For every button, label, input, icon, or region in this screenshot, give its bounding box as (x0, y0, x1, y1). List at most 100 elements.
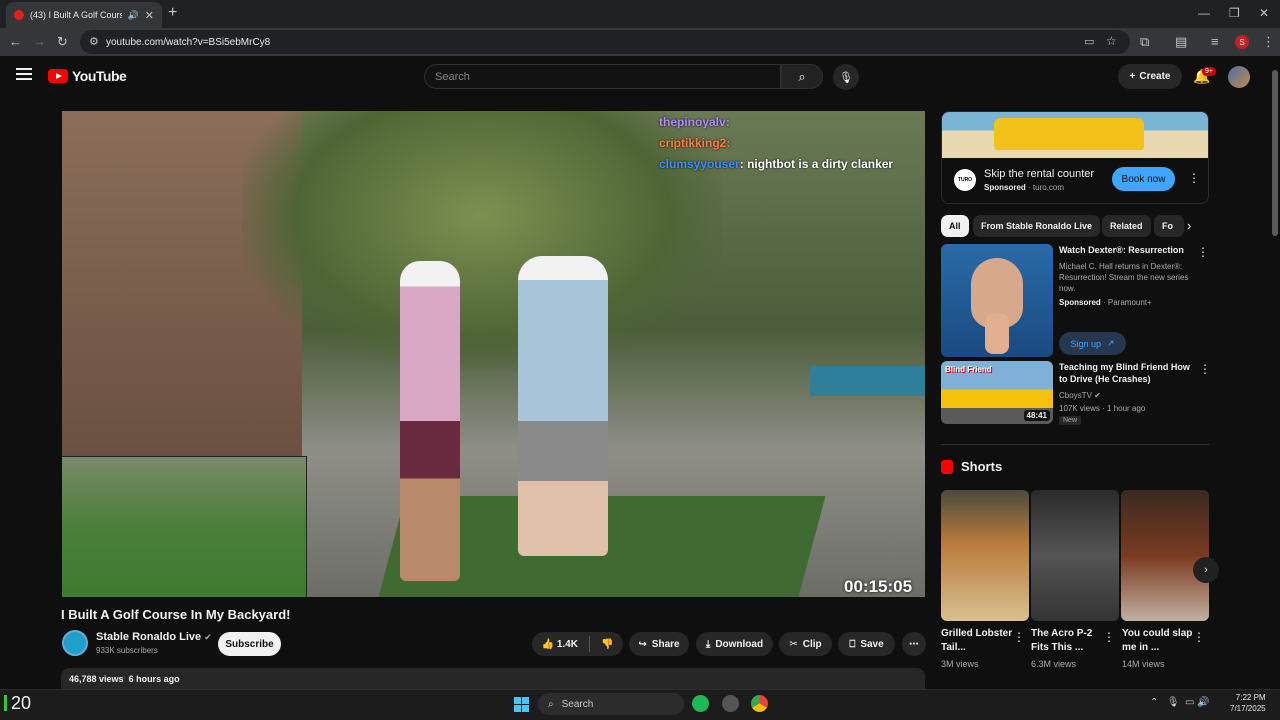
rec-title[interactable]: Watch Dexter®: Resurrection (1059, 244, 1194, 256)
guide-menu-icon[interactable] (16, 68, 32, 80)
download-button[interactable]: ⤓ Download (696, 632, 773, 656)
media-icon[interactable]: ≡ (1211, 34, 1219, 49)
channel-avatar[interactable] (62, 630, 88, 656)
chrome-icon[interactable] (751, 695, 768, 712)
speaker-icon[interactable]: 🔊 (128, 10, 139, 21)
chevron-right-icon[interactable]: › (1187, 218, 1191, 233)
chat-user: thepinoyalv (659, 115, 726, 129)
app-icon[interactable] (722, 695, 739, 712)
account-avatar[interactable] (1228, 66, 1250, 88)
rec-meta: 107K views · 1 hour ago (1059, 404, 1146, 413)
bookmark-star-icon[interactable]: ☆ (1106, 34, 1117, 48)
chat-message: criptikking2: (659, 136, 731, 150)
ad-cta-button[interactable]: Book now (1112, 167, 1175, 191)
ad-card[interactable]: TURO Skip the rental counter Sponsored ·… (941, 111, 1209, 204)
restore-icon[interactable]: ❐ (1229, 6, 1240, 20)
short-title[interactable]: You could slap me in ... (1122, 627, 1194, 655)
short-more-icon[interactable]: ⋮ (1013, 630, 1025, 644)
search-input[interactable]: Search (424, 64, 781, 89)
short-title[interactable]: Grilled Lobster Tail... (941, 627, 1013, 655)
verified-icon: ✔ (204, 632, 212, 642)
save-button[interactable]: ⎕ Save (838, 632, 895, 656)
video-player[interactable]: thepinoyalv: criptikking2: clumsyyouser:… (62, 111, 925, 597)
share-button[interactable]: ↪ Share (629, 632, 689, 656)
video-person-right (518, 256, 608, 556)
rec-channel[interactable]: CboysTV ✔ (1059, 390, 1101, 401)
rec-thumbnail[interactable] (941, 244, 1053, 357)
weather-widget[interactable]: 20 (4, 693, 31, 714)
dislike-icon[interactable]: 👎 (601, 639, 613, 650)
short-more-icon[interactable]: ⋮ (1193, 630, 1205, 644)
short-thumbnail[interactable] (1031, 490, 1119, 621)
close-window-icon[interactable]: ✕ (1259, 6, 1269, 20)
view-count: 46,788 views (69, 674, 124, 684)
spotify-icon[interactable] (692, 695, 709, 712)
bookmark-icon: ⎕ (849, 638, 856, 650)
create-label: Create (1139, 71, 1171, 82)
rec-sponsored-line: Sponsored · Paramount+ (1059, 298, 1152, 307)
youtube-favicon-icon (14, 10, 24, 20)
microphone-icon: 🎙 (839, 71, 853, 84)
short-more-icon[interactable]: ⋮ (1103, 630, 1115, 644)
address-bar[interactable]: ⚙ youtube.com/watch?v=BSi5ebMrCy8 ▭ ☆ (80, 30, 1130, 54)
taskbar-search[interactable]: ⌕ Search (538, 693, 684, 715)
chip-related[interactable]: Related (1102, 215, 1151, 237)
chip-more[interactable]: Fo (1154, 215, 1184, 237)
minimize-icon[interactable]: — (1198, 6, 1210, 20)
subscribe-button[interactable]: Subscribe (218, 632, 281, 656)
close-tab-icon[interactable]: ✕ (145, 9, 154, 22)
video-inset-camera (62, 456, 307, 597)
extensions-icon[interactable]: ⧉ (1140, 34, 1149, 50)
video-duration: 48:41 (1023, 410, 1050, 421)
stream-timer: 00:15:05 (844, 577, 913, 596)
profile-icon[interactable]: S (1235, 35, 1249, 49)
chat-message: thepinoyalv: (659, 115, 730, 129)
short-thumbnail[interactable] (1121, 490, 1209, 621)
short-title[interactable]: The Acro P-2 Fits This ... (1031, 627, 1103, 655)
page-scrollbar[interactable] (1272, 70, 1278, 236)
channel-name[interactable]: Stable Ronaldo Live ✔ (96, 631, 212, 643)
thumb-label: Blind Friend (945, 365, 992, 374)
windows-start-icon[interactable] (514, 697, 529, 712)
sidepanel-icon[interactable]: ▤ (1175, 34, 1187, 50)
cast-icon[interactable]: ▭ (1084, 35, 1094, 48)
short-thumbnail[interactable] (941, 490, 1029, 621)
rec-more-icon[interactable]: ⋮ (1199, 362, 1211, 376)
ad-more-icon[interactable]: ⋮ (1188, 171, 1200, 185)
clip-button[interactable]: ✂ Clip (779, 632, 832, 656)
external-link-icon: ↗ (1106, 338, 1115, 348)
reload-icon[interactable]: ↻ (57, 34, 68, 50)
taskbar-clock[interactable]: 7:22 PM 7/17/2025 (1230, 692, 1266, 714)
signup-button[interactable]: Sign up ↗ (1059, 332, 1126, 355)
logo-text: YouTube (72, 68, 127, 84)
browser-tab[interactable]: (43) I Built A Golf Course In 🔊 ✕ (6, 2, 162, 28)
search-button[interactable]: ⌕ (781, 64, 823, 89)
like-button[interactable]: 👍 1.4K (542, 639, 578, 650)
rec-title[interactable]: Teaching my Blind Friend How to Drive (H… (1059, 361, 1194, 385)
scissors-icon: ✂ (789, 638, 798, 650)
voice-search-button[interactable]: 🎙 (833, 64, 859, 90)
ad-sponsored-line: Sponsored · turo.com (984, 183, 1065, 192)
chip-from-channel[interactable]: From Stable Ronaldo Live (973, 215, 1101, 237)
youtube-logo[interactable]: YouTube (48, 68, 127, 84)
rec-more-icon[interactable]: ⋮ (1197, 245, 1209, 259)
section-divider (941, 444, 1209, 445)
video-tree (242, 111, 722, 371)
chip-all[interactable]: All (941, 215, 969, 237)
system-tray[interactable]: ⌃ 🎙 ▭ 🔊 (1150, 697, 1210, 708)
shorts-icon (941, 459, 953, 474)
more-actions-button[interactable]: ⋯ (902, 632, 926, 656)
divider (588, 636, 590, 652)
new-tab-icon[interactable]: + (168, 4, 177, 22)
site-info-icon[interactable]: ⚙ (89, 35, 99, 48)
mic-icon: 🎙 (1166, 697, 1180, 708)
video-pool (810, 366, 925, 396)
create-button[interactable]: + Create (1118, 64, 1182, 89)
chat-user: criptikking2 (659, 136, 727, 150)
shorts-next-icon[interactable]: › (1193, 557, 1219, 583)
thumb-hands (985, 314, 1009, 354)
back-icon[interactable]: ← (9, 34, 22, 49)
rec-thumbnail[interactable]: Blind Friend 48:41 (941, 361, 1053, 424)
chrome-menu-icon[interactable]: ⋮ (1262, 34, 1275, 50)
forward-icon[interactable]: → (33, 34, 46, 49)
